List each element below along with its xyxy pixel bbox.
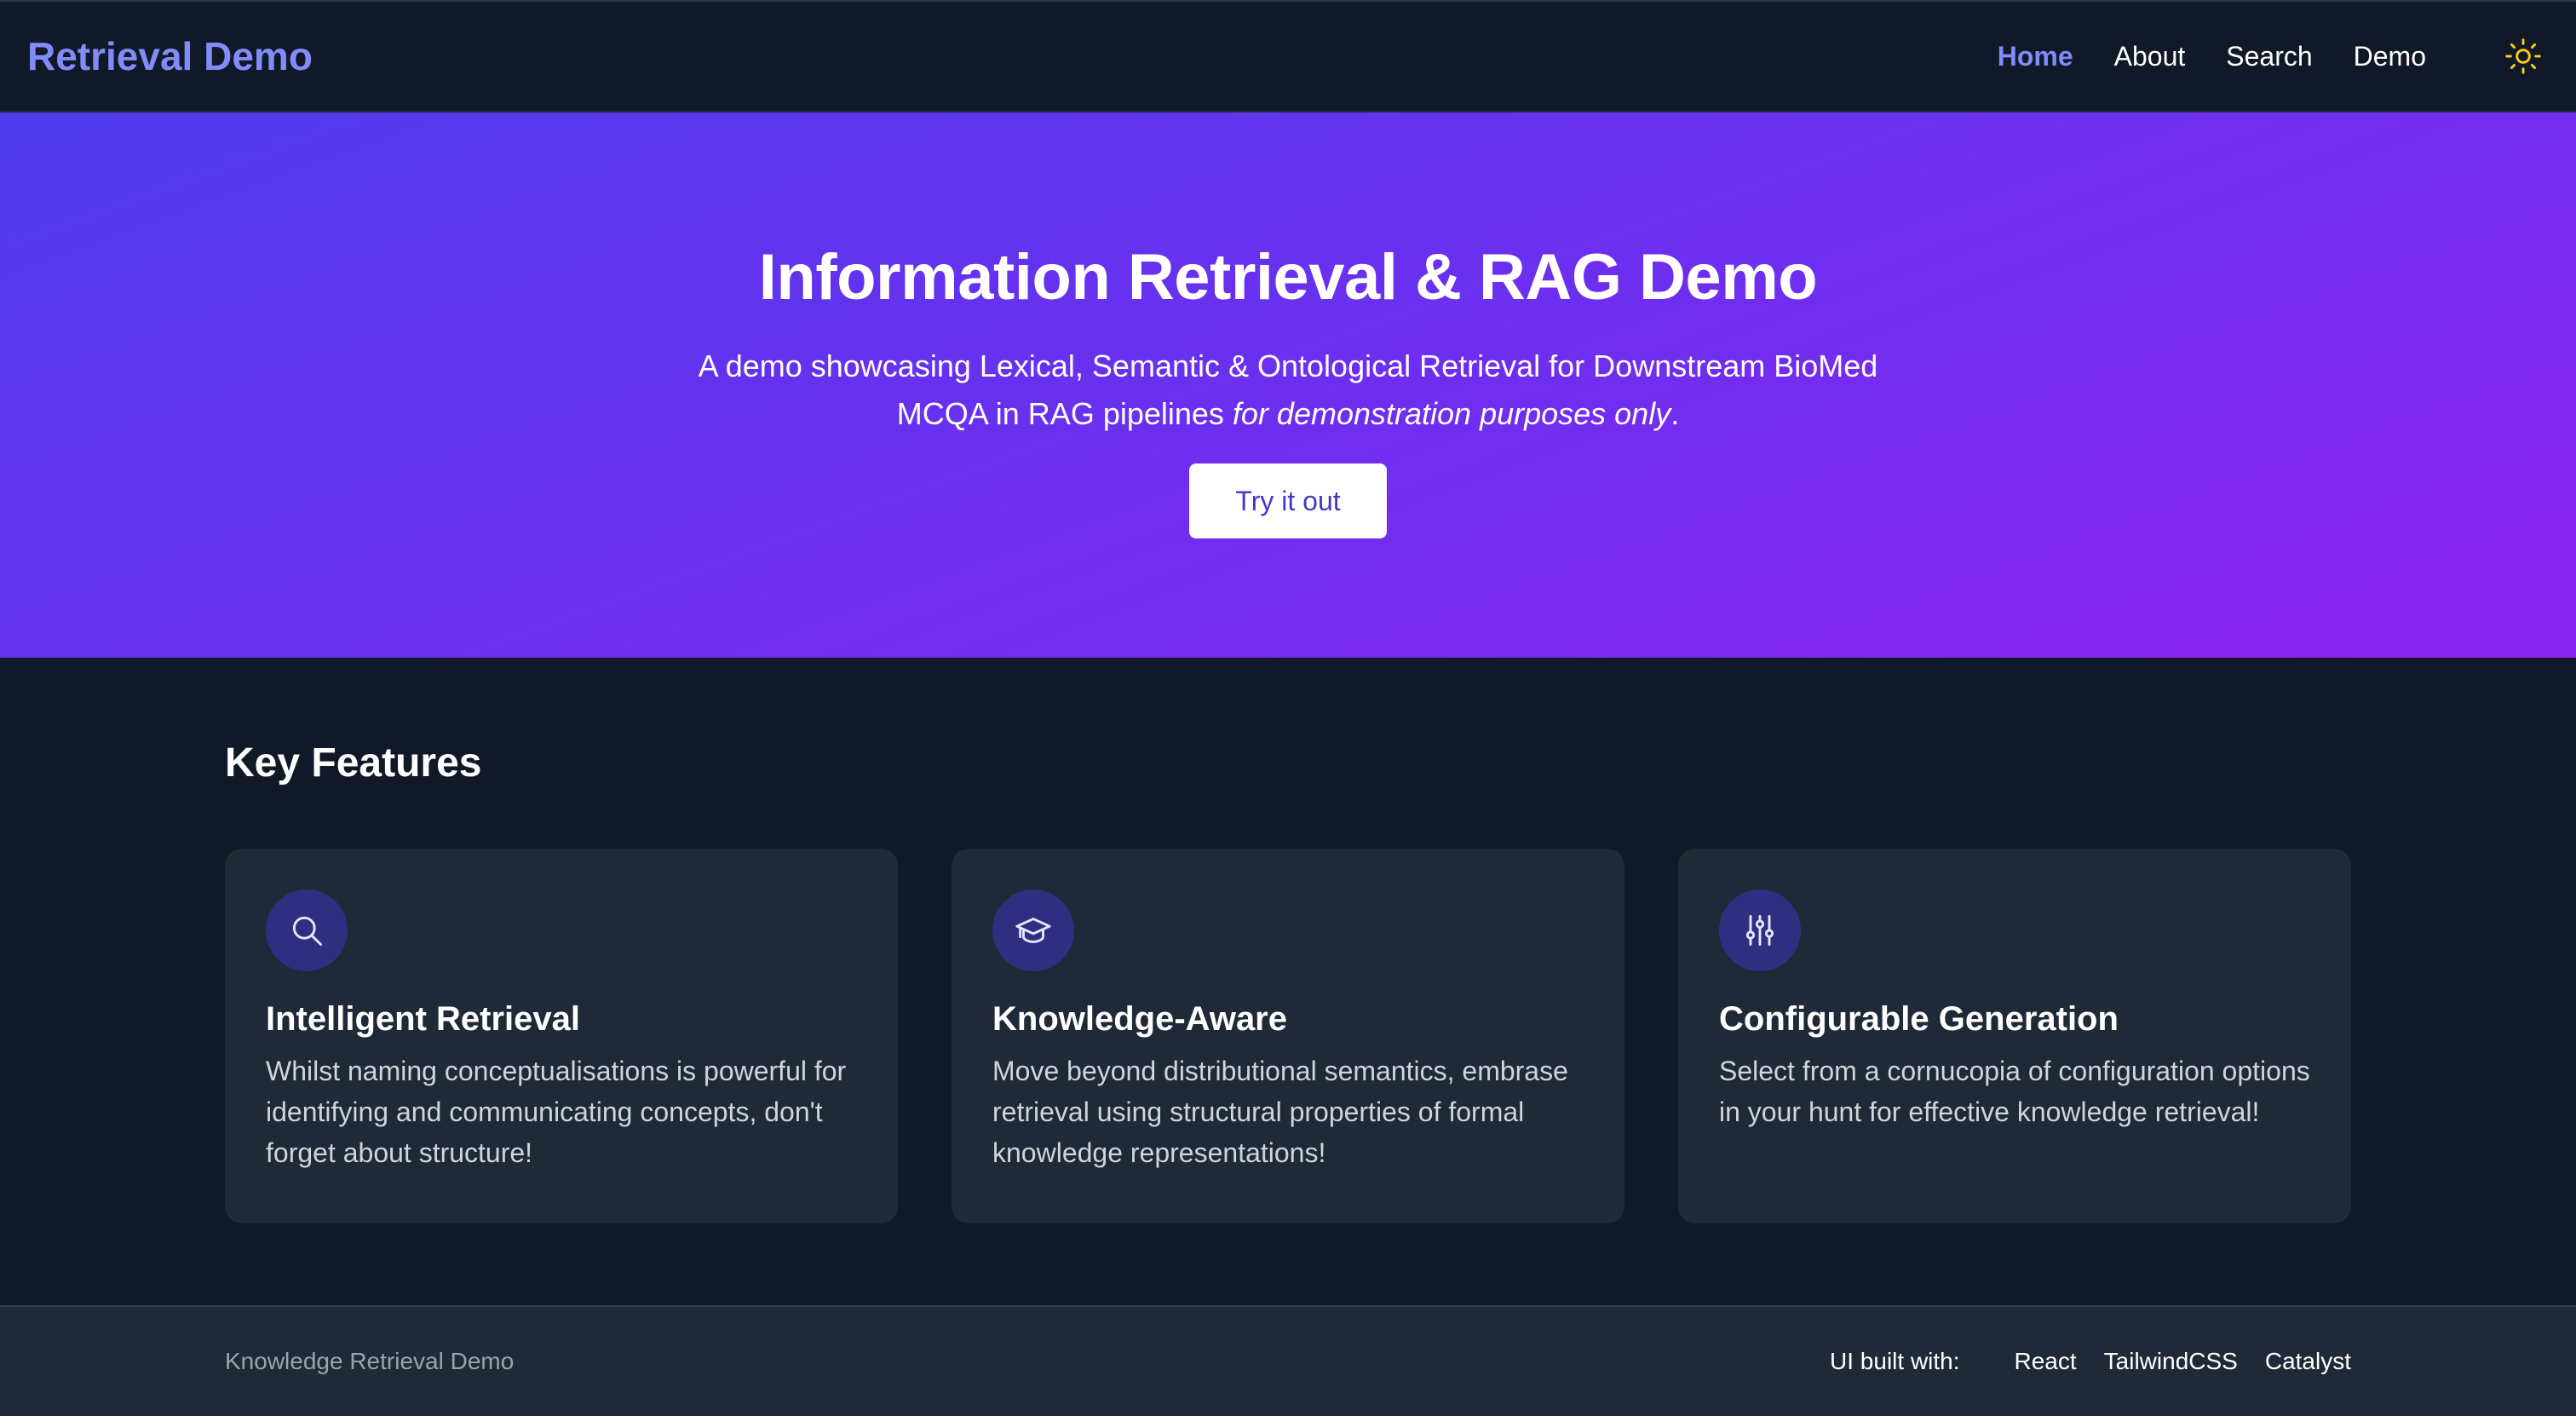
nav-home[interactable]: Home	[1998, 41, 2073, 72]
page-footer: Knowledge Retrieval Demo UI built with: …	[0, 1305, 2576, 1416]
nav-demo[interactable]: Demo	[2354, 41, 2426, 72]
hero-section: Information Retrieval & RAG Demo A demo …	[0, 112, 2576, 658]
search-icon	[292, 916, 322, 946]
feature-title: Knowledge-Aware	[992, 1000, 1287, 1038]
feature-description: Move beyond distributional semantics, em…	[992, 1056, 1568, 1168]
hero-title: Information Retrieval & RAG Demo	[758, 241, 1818, 314]
feature-icon-circle	[266, 889, 348, 971]
hero-subtitle-emphasis: for demonstration purposes only	[1232, 396, 1671, 431]
sun-icon	[2505, 38, 2541, 74]
footer-built-with-label: UI built with:	[1830, 1348, 1960, 1374]
graduation-cap-icon	[1015, 918, 1051, 943]
footer-site-name: Knowledge Retrieval Demo	[225, 1348, 515, 1374]
feature-title: Intelligent Retrieval	[266, 1000, 580, 1038]
feature-card-knowledge-aware: Knowledge-Aware Move beyond distribution…	[952, 849, 1624, 1223]
nav-search[interactable]: Search	[2226, 41, 2312, 72]
feature-title: Configurable Generation	[1719, 1000, 2119, 1038]
hero-subtitle: A demo showcasing Lexical, Semantic & On…	[649, 342, 1927, 438]
feature-description: Select from a cornucopia of configuratio…	[1719, 1056, 2310, 1127]
footer-link-react[interactable]: React	[2015, 1348, 2077, 1375]
footer-link-catalyst[interactable]: Catalyst	[2265, 1348, 2351, 1375]
theme-toggle-button[interactable]	[2498, 31, 2549, 82]
feature-icon-circle	[1719, 889, 1801, 971]
main-nav: Home About Search Demo	[1957, 31, 2549, 82]
footer-link-tailwindcss[interactable]: TailwindCSS	[2104, 1348, 2238, 1375]
top-navbar: Retrieval Demo Home About Search Demo	[0, 0, 2576, 112]
nav-about[interactable]: About	[2114, 41, 2186, 72]
features-heading: Key Features	[225, 740, 482, 786]
feature-description: Whilst naming conceptualisations is powe…	[266, 1056, 847, 1168]
feature-icon-circle	[992, 889, 1074, 971]
hero-subtitle-end: .	[1670, 396, 1680, 431]
feature-card-configurable-generation: Configurable Generation Select from a co…	[1678, 849, 2351, 1223]
try-it-out-button[interactable]: Try it out	[1189, 463, 1387, 538]
feature-card-intelligent-retrieval: Intelligent Retrieval Whilst naming conc…	[225, 849, 898, 1223]
brand-logo[interactable]: Retrieval Demo	[27, 33, 313, 79]
footer-credits: UI built with: React TailwindCSS Catalys…	[1830, 1348, 2351, 1375]
sliders-icon	[1745, 915, 1774, 946]
